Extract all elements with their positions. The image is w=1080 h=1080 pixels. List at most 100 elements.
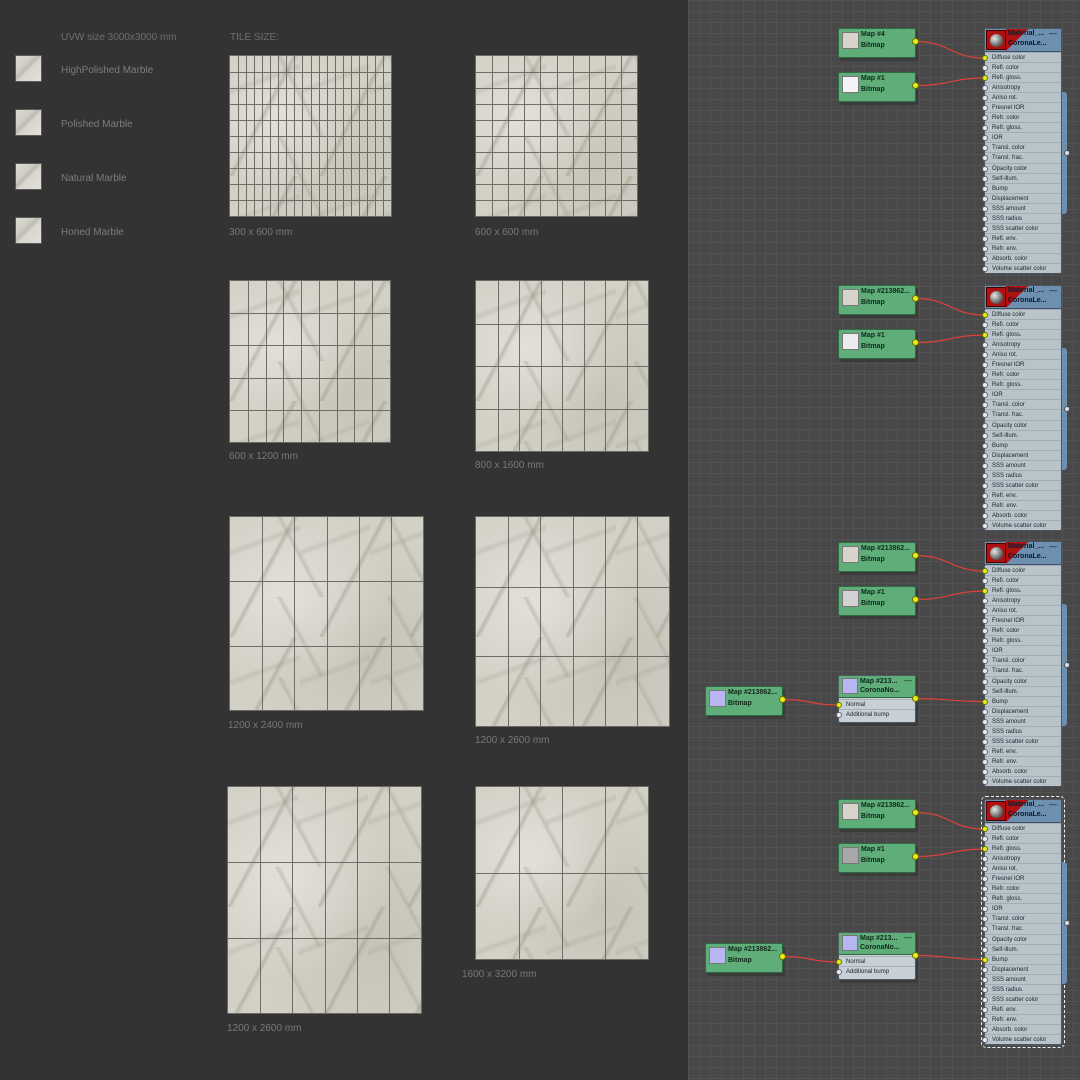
material-slot[interactable]: SSS amount — [982, 715, 1061, 726]
input-socket[interactable] — [836, 702, 842, 708]
material-slot[interactable]: Refl. gloss. — [982, 72, 1061, 82]
input-socket[interactable] — [982, 452, 988, 459]
material-slot[interactable]: Aniso rot. — [982, 863, 1061, 873]
material-slot[interactable]: Absorb. color — [982, 252, 1061, 263]
input-socket[interactable] — [982, 482, 988, 489]
collapse-button[interactable]: — — [1049, 286, 1057, 295]
input-socket[interactable] — [982, 678, 988, 685]
input-socket[interactable] — [982, 618, 988, 625]
node-side-knob[interactable] — [1064, 920, 1070, 926]
input-socket[interactable] — [982, 145, 988, 152]
output-socket[interactable] — [912, 82, 919, 89]
material-slot[interactable]: IOR — [982, 645, 1061, 655]
output-socket[interactable] — [912, 853, 919, 860]
map-node-normal-bitmap[interactable]: Map #213862... Bitmap — [705, 686, 786, 716]
input-socket[interactable] — [982, 826, 988, 832]
material-node[interactable]: Material_... CoronaLe... — Diffuse color… — [982, 285, 1062, 532]
normal-node-header[interactable]: Map #213... CoronaNo... — — [839, 676, 915, 698]
material-slot[interactable]: Transl. frac. — [982, 152, 1061, 162]
input-socket[interactable] — [982, 412, 988, 419]
input-socket[interactable] — [982, 235, 988, 242]
input-socket[interactable] — [982, 956, 988, 963]
input-socket[interactable] — [982, 185, 988, 192]
material-slot[interactable]: Self-illum. — [982, 943, 1061, 954]
material-slot[interactable]: Absorb. color — [982, 509, 1061, 520]
normal-slot[interactable]: Normal — [836, 956, 915, 966]
material-slot[interactable]: Anisotropy — [982, 595, 1061, 605]
input-socket[interactable] — [982, 876, 988, 883]
input-socket[interactable] — [982, 1016, 988, 1023]
input-socket[interactable] — [982, 512, 988, 519]
map-node-diffuse[interactable]: Map #213862... Bitmap — [838, 542, 919, 572]
material-slot[interactable]: Transl. color — [982, 142, 1061, 152]
material-slot[interactable]: IOR — [982, 903, 1061, 913]
material-slot[interactable]: Refl. env. — [982, 232, 1061, 243]
node-side-knob[interactable] — [1064, 406, 1070, 412]
input-socket[interactable] — [982, 1026, 988, 1033]
material-slot[interactable]: Opacity color — [982, 933, 1061, 944]
material-slot[interactable]: Refr. color — [982, 625, 1061, 635]
input-socket[interactable] — [982, 896, 988, 903]
input-socket[interactable] — [982, 916, 988, 923]
material-slot[interactable]: SSS scatter color — [982, 735, 1061, 746]
input-socket[interactable] — [982, 768, 988, 775]
material-slot[interactable]: IOR — [982, 132, 1061, 142]
material-slot[interactable]: Refr. color — [982, 112, 1061, 122]
input-socket[interactable] — [982, 856, 988, 863]
material-slot[interactable]: Volume scatter color — [982, 519, 1061, 530]
output-socket[interactable] — [779, 953, 786, 960]
normal-node-header[interactable]: Map #213... CoronaNo... — — [839, 933, 915, 955]
input-socket[interactable] — [982, 708, 988, 715]
material-slot[interactable]: Opacity color — [982, 162, 1061, 173]
material-slot[interactable]: Self-illum. — [982, 429, 1061, 440]
input-socket[interactable] — [982, 698, 988, 705]
input-socket[interactable] — [982, 906, 988, 913]
input-socket[interactable] — [982, 688, 988, 695]
input-socket[interactable] — [982, 1036, 988, 1043]
material-slot[interactable]: Fresnel IOR — [982, 615, 1061, 625]
material-slot[interactable]: IOR — [982, 389, 1061, 399]
map-node-gloss[interactable]: Map #1 Bitmap — [838, 586, 919, 616]
input-socket[interactable] — [836, 959, 842, 965]
input-socket[interactable] — [982, 135, 988, 142]
input-socket[interactable] — [982, 598, 988, 605]
material-slot[interactable]: Transl. color — [982, 913, 1061, 923]
material-slot[interactable]: Displacement — [982, 449, 1061, 460]
input-socket[interactable] — [982, 342, 988, 349]
material-slot[interactable]: Diffuse color — [982, 52, 1061, 62]
input-socket[interactable] — [982, 778, 988, 785]
input-socket[interactable] — [982, 718, 988, 725]
input-socket[interactable] — [982, 846, 988, 853]
material-slot[interactable]: Displacement — [982, 705, 1061, 716]
output-socket[interactable] — [779, 696, 786, 703]
material-slot[interactable]: Bump — [982, 182, 1061, 193]
material-slot[interactable]: SSS scatter color — [982, 479, 1061, 490]
input-socket[interactable] — [982, 75, 988, 82]
input-socket[interactable] — [982, 175, 988, 182]
input-socket[interactable] — [982, 332, 988, 339]
material-slot[interactable]: Aniso rot. — [982, 92, 1061, 102]
input-socket[interactable] — [982, 255, 988, 262]
material-slot[interactable]: Anisotropy — [982, 339, 1061, 349]
material-slot[interactable]: SSS amount — [982, 202, 1061, 213]
input-socket[interactable] — [982, 886, 988, 893]
material-slot[interactable]: Displacement — [982, 192, 1061, 203]
material-slot[interactable]: Volume scatter color — [982, 262, 1061, 273]
input-socket[interactable] — [982, 225, 988, 232]
collapse-button[interactable]: — — [904, 676, 912, 685]
input-socket[interactable] — [982, 205, 988, 212]
input-socket[interactable] — [982, 472, 988, 479]
material-slot[interactable]: SSS scatter color — [982, 993, 1061, 1004]
input-socket[interactable] — [982, 758, 988, 765]
material-slot[interactable]: Transl. color — [982, 399, 1061, 409]
input-socket[interactable] — [982, 392, 988, 399]
material-slot[interactable]: Anisotropy — [982, 853, 1061, 863]
material-slot[interactable]: Refl. color — [982, 62, 1061, 72]
normal-slot[interactable]: Normal — [836, 699, 915, 709]
material-slot[interactable]: Fresnel IOR — [982, 102, 1061, 112]
node-side-knob[interactable] — [1064, 150, 1070, 156]
material-slot[interactable]: Refl. env. — [982, 745, 1061, 756]
input-socket[interactable] — [982, 265, 988, 272]
corona-normal-node[interactable]: Map #213... CoronaNo... — Normal Additio… — [836, 675, 919, 723]
input-socket[interactable] — [982, 836, 988, 843]
